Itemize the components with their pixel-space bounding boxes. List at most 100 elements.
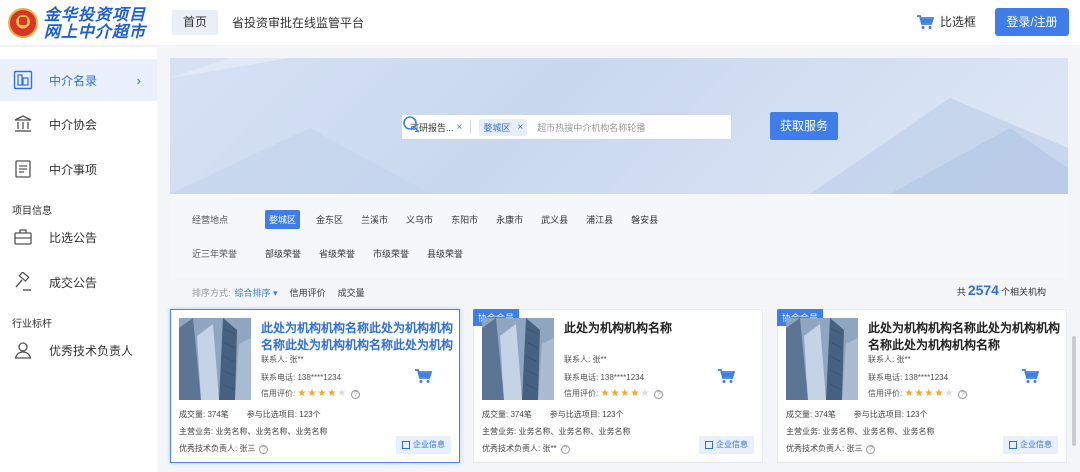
location-option[interactable]: 婺城区: [265, 210, 301, 229]
location-option[interactable]: 义乌市: [406, 213, 433, 226]
location-option[interactable]: 金东区: [316, 213, 343, 226]
company-info-button[interactable]: 企业信息: [1003, 436, 1058, 454]
scrollbar[interactable]: [1072, 336, 1076, 446]
deal-count: 成交量: 374笔: [786, 410, 836, 419]
top-header: 金华投资项目 网上中介超市 首页 省投资审批在线监管平台 比选框 登录/注册: [0, 0, 1080, 46]
sort-option-comprehensive[interactable]: 综合排序 ▾: [235, 286, 278, 299]
gavel-icon: [12, 271, 34, 293]
login-register-button[interactable]: 登录/注册: [995, 8, 1069, 36]
briefcase-icon: [12, 226, 34, 248]
sidebar-item-matters[interactable]: 中介事项: [0, 148, 157, 190]
chevron-right-icon: ›: [136, 72, 141, 88]
result-count: 共 2574 个相关机构: [957, 282, 1046, 298]
search-banner: 可研报告... × 婺城区 × 超市热搜中介机构名称轮播 获取服务: [170, 58, 1068, 194]
compare-label: 比选框: [940, 15, 977, 29]
credit-rating-label: 信用评价:: [564, 389, 599, 398]
site-logo[interactable]: 金华投资项目 网上中介超市: [8, 5, 158, 41]
search-tag-district[interactable]: 婺城区 ×: [479, 118, 528, 136]
star-filled-icon: ★: [600, 388, 611, 399]
deal-count: 成交量: 374笔: [179, 410, 229, 419]
help-icon[interactable]: ?: [866, 445, 876, 454]
agency-name[interactable]: 此处为机构机构名称: [564, 320, 758, 337]
credit-rating: 信用评价: ★★★★★?: [564, 388, 664, 399]
compare-box-button[interactable]: 比选框: [916, 13, 976, 30]
deal-count: 成交量: 374笔: [482, 410, 532, 419]
company-info-label: 企业信息: [1020, 440, 1052, 449]
company-info-button[interactable]: 企业信息: [396, 436, 451, 454]
project-count: 参与比选项目: 123个: [853, 410, 928, 419]
grid-icon: [705, 441, 713, 449]
count-suffix: 个相关机构: [1000, 287, 1046, 297]
document-icon: [12, 158, 34, 180]
credit-rating: 信用评价: ★★★★★?: [868, 388, 968, 399]
count-prefix: 共: [956, 287, 966, 297]
sort-option-volume[interactable]: 成交量: [338, 286, 365, 299]
contact-phone: 联系电话: 138****1234: [868, 373, 949, 382]
agency-card[interactable]: 协会会员此处为机构机构名称联系人: 张**联系电话: 138****1234信用…: [473, 309, 763, 463]
get-service-button[interactable]: 获取服务: [770, 112, 838, 140]
search-icon[interactable]: [402, 115, 420, 133]
sidebar-item-association[interactable]: 中介协会: [0, 103, 157, 145]
location-option[interactable]: 磐安县: [631, 213, 658, 226]
honor-option[interactable]: 部级荣誉: [265, 247, 301, 260]
sidebar-item-label: 成交公告: [49, 275, 98, 290]
sort-label: 排序方式:: [192, 288, 231, 298]
sidebar-item-directory[interactable]: 中介名录 ›: [0, 59, 157, 101]
honor-option[interactable]: 省级荣誉: [319, 247, 355, 260]
close-icon[interactable]: ×: [517, 122, 523, 133]
help-icon[interactable]: ?: [259, 445, 269, 454]
search-bar[interactable]: 可研报告... × 婺城区 × 超市热搜中介机构名称轮播: [401, 114, 732, 140]
divider: [470, 120, 472, 134]
agency-card[interactable]: 此处为机构机构名称此处为机构机构名称此处为机构机构名称此处为机构机...联系人:…: [170, 309, 460, 463]
location-option[interactable]: 东阳市: [451, 213, 478, 226]
sidebar-item-deal-notice[interactable]: 成交公告: [0, 261, 157, 303]
tech-lead-label: 优秀技术负责人: 张**: [482, 444, 557, 453]
project-count: 参与比选项目: 123个: [549, 410, 624, 419]
agency-name[interactable]: 此处为机构机构名称此处为机构机构名称此处为机构机构名称: [868, 320, 1062, 354]
help-icon[interactable]: ?: [958, 390, 968, 399]
caret-down-icon: ▾: [273, 288, 278, 298]
location-option[interactable]: 永康市: [496, 213, 523, 226]
close-icon[interactable]: ×: [457, 122, 463, 133]
honor-filter-label: 近三年荣誉: [192, 249, 238, 259]
company-info-button[interactable]: 企业信息: [699, 436, 754, 454]
star-filled-icon: ★: [327, 388, 338, 399]
sidebar-item-tech-lead[interactable]: 优秀技术负责人: [0, 329, 157, 371]
search-input[interactable]: 超市热搜中介机构名称轮播: [537, 121, 645, 134]
help-icon[interactable]: ?: [654, 390, 664, 399]
nav-platform-link[interactable]: 省投资审批在线监管平台: [232, 14, 364, 31]
sidebar-item-label: 优秀技术负责人: [49, 343, 134, 358]
add-to-compare-cart-icon[interactable]: [414, 368, 432, 384]
sidebar-item-bid-notice[interactable]: 比选公告: [0, 216, 157, 258]
sort-option-credit[interactable]: 信用评价: [290, 286, 326, 299]
star-filled-icon: ★: [317, 388, 328, 399]
contact-person: 联系人: 张**: [564, 355, 607, 364]
star-empty-icon: ★: [640, 388, 651, 399]
location-option[interactable]: 武义县: [541, 213, 568, 226]
filter-panel: 经营地点 婺城区 金东区 兰溪市 义乌市 东阳市 永康市 武义县 浦江县 磐安县…: [170, 194, 1068, 279]
help-icon[interactable]: ?: [351, 390, 361, 399]
agency-card[interactable]: 协会会员此处为机构机构名称此处为机构机构名称此处为机构机构名称联系人: 张**联…: [777, 309, 1067, 463]
tech-lead: 优秀技术负责人: 张三?: [786, 443, 876, 454]
add-to-compare-cart-icon[interactable]: [1021, 368, 1039, 384]
tech-lead-label: 优秀技术负责人: 张三: [179, 444, 256, 453]
star-empty-icon: ★: [337, 388, 348, 399]
help-icon[interactable]: ?: [560, 445, 570, 454]
sidebar-item-label: 比选公告: [49, 230, 98, 245]
company-info-label: 企业信息: [716, 440, 748, 449]
honor-option[interactable]: 县级荣誉: [427, 247, 463, 260]
add-to-compare-cart-icon[interactable]: [717, 368, 735, 384]
cart-icon: [917, 14, 934, 29]
agency-name[interactable]: 此处为机构机构名称此处为机构机构名称此处为机构机构名称此处为机构机...: [261, 320, 455, 354]
tech-lead-label: 优秀技术负责人: 张三: [786, 444, 863, 453]
location-option[interactable]: 浦江县: [586, 213, 613, 226]
sidebar-item-label: 中介协会: [49, 117, 98, 132]
nav-home[interactable]: 首页: [172, 10, 219, 35]
location-option[interactable]: 兰溪市: [361, 213, 388, 226]
honor-option[interactable]: 市级荣誉: [373, 247, 409, 260]
agency-thumbnail: [786, 318, 858, 400]
credit-rating-label: 信用评价:: [261, 389, 296, 398]
credit-rating-label: 信用评价:: [868, 389, 903, 398]
star-filled-icon: ★: [924, 388, 935, 399]
sidebar: 中介名录 › 中介协会 中介事项 项目信息 比选公告 成交公告 行业标杆 优秀技…: [0, 47, 157, 472]
